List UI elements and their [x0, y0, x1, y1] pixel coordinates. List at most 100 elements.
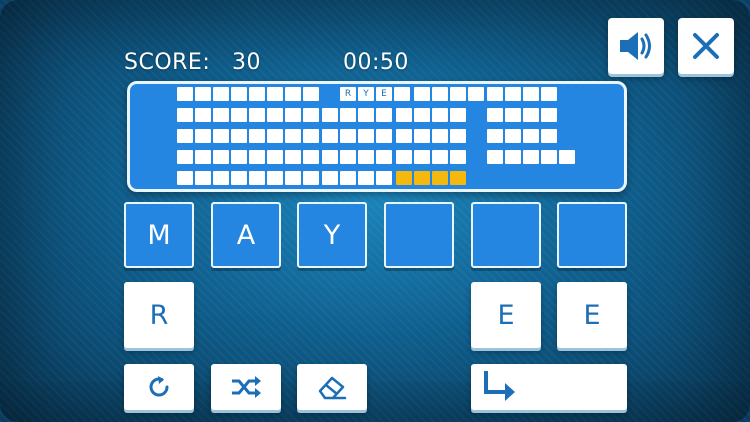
- grid-cell: [450, 87, 466, 101]
- score-value: 30: [232, 50, 261, 75]
- grid-cell: [249, 87, 265, 101]
- grid-cell: [213, 171, 229, 185]
- grid-cell: [541, 87, 557, 101]
- grid-cell: [432, 87, 448, 101]
- grid-cell: [303, 150, 319, 164]
- eraser-icon: [318, 376, 347, 400]
- close-x-icon: [693, 33, 719, 59]
- grid-cell: [195, 150, 211, 164]
- grid-cell-revealed: [394, 87, 410, 101]
- grid-cell: [231, 87, 247, 101]
- answer-slot[interactable]: Y: [297, 202, 367, 268]
- grid-cell: [376, 171, 392, 185]
- grid-cell: [541, 150, 557, 164]
- grid-cell: [285, 129, 301, 143]
- close-button[interactable]: [678, 18, 734, 74]
- grid-cell: [231, 108, 247, 122]
- answer-slot[interactable]: [557, 202, 627, 268]
- letter-key[interactable]: E: [557, 282, 627, 348]
- grid-cell: [450, 150, 466, 164]
- grid-cell: [487, 129, 503, 143]
- grid-cell: [303, 108, 319, 122]
- grid-cell: [450, 129, 466, 143]
- grid-cell: [303, 129, 319, 143]
- grid-cell: [213, 129, 229, 143]
- grid-cell: [376, 108, 392, 122]
- grid-cell: [358, 129, 374, 143]
- grid-cell: [358, 108, 374, 122]
- shuffle-icon: [232, 376, 261, 398]
- grid-cell: [523, 87, 539, 101]
- grid-cell: [231, 171, 247, 185]
- answer-slot[interactable]: A: [211, 202, 281, 268]
- erase-button[interactable]: [297, 364, 367, 410]
- grid-cell: [177, 87, 193, 101]
- grid-cell: [303, 171, 319, 185]
- grid-cell-highlight: [396, 171, 412, 185]
- grid-cell: [231, 150, 247, 164]
- crossword-grid-panel: RYE: [127, 81, 627, 192]
- grid-cell: [285, 150, 301, 164]
- refresh-icon: [149, 376, 169, 397]
- sound-button[interactable]: [608, 18, 664, 74]
- grid-cell: [177, 129, 193, 143]
- grid-cell: [285, 87, 301, 101]
- grid-cell: [285, 108, 301, 122]
- grid-cell: [322, 108, 338, 122]
- letter-key[interactable]: E: [471, 282, 541, 348]
- grid-cell: [487, 87, 503, 101]
- grid-cell: [267, 129, 283, 143]
- submit-button[interactable]: [471, 364, 627, 410]
- speaker-on-icon: [620, 32, 651, 60]
- grid-cell: [523, 129, 539, 143]
- grid-cell: [267, 150, 283, 164]
- grid-cell-revealed: R: [340, 87, 356, 101]
- answer-slot[interactable]: M: [124, 202, 194, 268]
- grid-cell-highlight: [432, 171, 448, 185]
- grid-cell: [322, 150, 338, 164]
- grid-cell: [285, 171, 301, 185]
- grid-cell: [267, 87, 283, 101]
- score-label: SCORE:: [124, 50, 211, 75]
- answer-slot[interactable]: [471, 202, 541, 268]
- grid-cell: [487, 108, 503, 122]
- grid-cell: [376, 150, 392, 164]
- reset-button[interactable]: [124, 364, 194, 410]
- grid-cell: [505, 108, 521, 122]
- grid-cell: [303, 87, 319, 101]
- grid-cell: [195, 108, 211, 122]
- grid-cell: [396, 129, 412, 143]
- grid-cell: [249, 108, 265, 122]
- grid-cell: [414, 87, 430, 101]
- grid-cell-revealed: E: [376, 87, 392, 101]
- grid-cell: [541, 129, 557, 143]
- grid-cell: [231, 129, 247, 143]
- grid-cell: [432, 108, 448, 122]
- grid-cell-highlight: [414, 171, 430, 185]
- grid-cell: [358, 171, 374, 185]
- grid-cell: [177, 171, 193, 185]
- grid-cell: [213, 150, 229, 164]
- grid-cell: [267, 171, 283, 185]
- grid-cell: [177, 150, 193, 164]
- grid-cell: [340, 171, 356, 185]
- grid-cell: [340, 150, 356, 164]
- grid-cell: [249, 171, 265, 185]
- grid-cell: [322, 171, 338, 185]
- letter-key[interactable]: R: [124, 282, 194, 348]
- grid-cell: [249, 150, 265, 164]
- grid-cell: [414, 129, 430, 143]
- grid-cell: [195, 171, 211, 185]
- grid-cell: [396, 150, 412, 164]
- timer: 00:50: [343, 50, 409, 75]
- grid-cell: [505, 150, 521, 164]
- grid-cell: [213, 108, 229, 122]
- grid-cell: [213, 87, 229, 101]
- grid-cell: [322, 129, 338, 143]
- grid-cell: [523, 150, 539, 164]
- answer-slot[interactable]: [384, 202, 454, 268]
- grid-cell: [541, 108, 557, 122]
- grid-cell: [432, 129, 448, 143]
- grid-cell: [414, 108, 430, 122]
- shuffle-button[interactable]: [211, 364, 281, 410]
